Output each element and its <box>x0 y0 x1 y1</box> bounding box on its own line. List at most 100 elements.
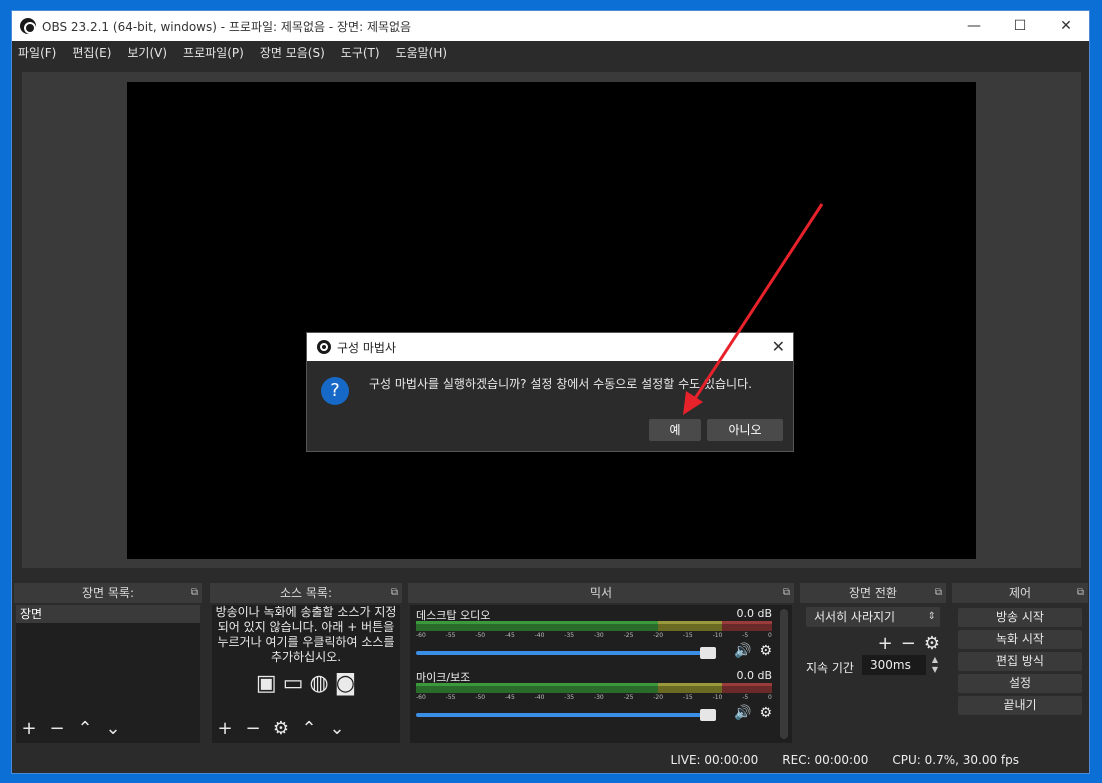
tick-label: -50 <box>475 632 486 639</box>
monitor-icon: ▭ <box>282 671 304 696</box>
volume-slider[interactable] <box>416 713 704 717</box>
menu-edit[interactable]: 편집(E) <box>72 44 111 61</box>
undock-icon[interactable]: ⧉ <box>1077 583 1084 603</box>
meter-ticks: -60 -55 -50 -45 -40 -35 -30 -25 -20 -15 -10 -5 0 <box>416 632 772 639</box>
tick-label: -55 <box>445 694 456 701</box>
dialog-title: 구성 마법사 <box>337 340 397 355</box>
tick-label: 0 <box>768 632 772 639</box>
question-icon: ? <box>321 377 349 405</box>
status-bar: LIVE: 00:00:00 REC: 00:00:00 CPU: 0.7%, … <box>671 753 1019 767</box>
minimize-button[interactable]: — <box>951 11 997 41</box>
volume-slider[interactable] <box>416 651 704 655</box>
channel-buttons: 🔊 ⚙ <box>734 705 772 721</box>
controls-dock-title: 제어 <box>1008 586 1032 600</box>
menu-scene-collection[interactable]: 장면 모음(S) <box>260 44 325 61</box>
tick-label: -15 <box>682 694 693 701</box>
start-recording-button[interactable]: 녹화 시작 <box>958 630 1082 649</box>
dialog-title-bar: 구성 마법사 ✕ <box>307 333 793 361</box>
add-icon[interactable]: + <box>878 633 893 654</box>
list-item[interactable]: 장면 <box>16 605 200 623</box>
tick-label: -15 <box>682 632 693 639</box>
tick-label: -30 <box>593 694 604 701</box>
title-bar: OBS 23.2.1 (64-bit, windows) - 프로파일: 제목없… <box>12 11 1089 41</box>
remove-icon[interactable]: − <box>901 633 916 654</box>
yes-button[interactable]: 예 <box>649 419 701 441</box>
sources-dock-title: 소스 목록: <box>279 586 333 600</box>
controls-dock: 제어 ⧉ 방송 시작 녹화 시작 편집 방식 설정 끝내기 <box>952 583 1088 743</box>
tick-label: -5 <box>742 694 749 701</box>
transition-toolbar: + − ⚙ <box>878 633 940 654</box>
speaker-icon[interactable]: 🔊 <box>734 705 751 721</box>
channel-db: 0.0 dB <box>736 607 772 620</box>
mixer-channel-mic: 마이크/보조 0.0 dB -60 -55 -50 -45 -40 -35 -30 -25 -2… <box>414 669 774 729</box>
tick-label: -30 <box>593 632 604 639</box>
sources-toolbar: + − ⚙ ⌃ ⌄ <box>216 718 346 739</box>
cpu-status: CPU: 0.7%, 30.00 fps <box>892 753 1019 767</box>
sources-list[interactable]: 방송이나 녹화에 송출할 소스가 지정되어 있지 않습니다. 아래 + 버튼을 … <box>212 605 400 743</box>
undock-icon[interactable]: ⧉ <box>935 583 942 603</box>
exit-button[interactable]: 끝내기 <box>958 696 1082 715</box>
controls-body: 방송 시작 녹화 시작 편집 방식 설정 끝내기 <box>954 605 1086 743</box>
tick-label: -45 <box>504 694 515 701</box>
menu-file[interactable]: 파일(F) <box>18 44 56 61</box>
tick-label: 0 <box>768 694 772 701</box>
tick-label: -60 <box>416 694 426 701</box>
up-icon[interactable]: ⌃ <box>76 718 94 739</box>
tick-label: -55 <box>445 632 456 639</box>
auto-config-dialog: 구성 마법사 ✕ ? 구성 마법사를 실행하겠습니까? 설정 창에서 수동으로 … <box>306 332 794 452</box>
scenes-dock-header: 장면 목록: ⧉ <box>14 583 202 603</box>
down-icon[interactable]: ⌄ <box>104 718 122 739</box>
down-icon[interactable]: ⌄ <box>328 718 346 739</box>
studio-mode-button[interactable]: 편집 방식 <box>958 652 1082 671</box>
add-icon[interactable]: + <box>20 718 38 739</box>
tick-label: -10 <box>712 694 723 701</box>
tick-label: -20 <box>653 694 664 701</box>
menu-tools[interactable]: 도구(T) <box>341 44 380 61</box>
settings-button[interactable]: 설정 <box>958 674 1082 693</box>
mixer-dock-title: 믹서 <box>589 586 613 600</box>
start-streaming-button[interactable]: 방송 시작 <box>958 608 1082 627</box>
menu-view[interactable]: 보기(V) <box>127 44 167 61</box>
volume-slider-handle[interactable] <box>700 709 716 721</box>
gear-icon[interactable]: ⚙ <box>272 718 290 739</box>
mixer-scrollbar[interactable] <box>780 609 788 739</box>
transitions-dock: 장면 전환 ⧉ 서서히 사라지기 ⇕ + − ⚙ 지속 기간 300ms ▲ ▼ <box>800 583 946 743</box>
tick-label: -60 <box>416 632 426 639</box>
transitions-dock-header: 장면 전환 ⧉ <box>800 583 946 603</box>
undock-icon[interactable]: ⧉ <box>191 583 198 603</box>
volume-slider-handle[interactable] <box>700 647 716 659</box>
duration-spinner[interactable]: ▲ ▼ <box>928 655 942 675</box>
up-icon[interactable]: ⌃ <box>300 718 318 739</box>
dialog-close-button[interactable]: ✕ <box>772 337 785 356</box>
undock-icon[interactable]: ⧉ <box>783 583 790 603</box>
gear-icon[interactable]: ⚙ <box>759 705 772 721</box>
image-icon: ▣ <box>255 671 277 696</box>
maximize-button[interactable]: ☐ <box>997 11 1043 41</box>
duration-input[interactable]: 300ms <box>862 655 926 675</box>
speaker-icon[interactable]: 🔊 <box>734 643 751 659</box>
gear-icon[interactable]: ⚙ <box>924 633 940 654</box>
add-icon[interactable]: + <box>216 718 234 739</box>
tick-label: -40 <box>534 632 545 639</box>
menu-bar: 파일(F) 편집(E) 보기(V) 프로파일(P) 장면 모음(S) 도구(T)… <box>12 41 1089 63</box>
no-button[interactable]: 아니오 <box>707 419 783 441</box>
dialog-message: 구성 마법사를 실행하겠습니까? 설정 창에서 수동으로 설정할 수도 있습니다… <box>369 377 752 391</box>
volume-meter <box>416 683 772 693</box>
remove-icon[interactable]: − <box>48 718 66 739</box>
tick-label: -40 <box>534 694 545 701</box>
camera-icon: ◙ <box>334 671 357 696</box>
transition-select[interactable]: 서서히 사라지기 ⇕ <box>806 607 940 627</box>
menu-help[interactable]: 도움말(H) <box>396 44 448 61</box>
remove-icon[interactable]: − <box>244 718 262 739</box>
duration-label: 지속 기간 <box>806 661 854 675</box>
gear-icon[interactable]: ⚙ <box>759 643 772 659</box>
close-button[interactable]: ✕ <box>1043 11 1089 41</box>
window-controls: — ☐ ✕ <box>951 11 1089 41</box>
undock-icon[interactable]: ⧉ <box>391 583 398 603</box>
scenes-toolbar: + − ⌃ ⌄ <box>20 718 122 739</box>
meter-ticks: -60 -55 -50 -45 -40 -35 -30 -25 -20 -15 -10 -5 0 <box>416 694 772 701</box>
menu-profile[interactable]: 프로파일(P) <box>183 44 244 61</box>
tick-label: -50 <box>475 694 486 701</box>
preview-canvas[interactable] <box>127 82 976 559</box>
tick-label: -35 <box>564 694 575 701</box>
